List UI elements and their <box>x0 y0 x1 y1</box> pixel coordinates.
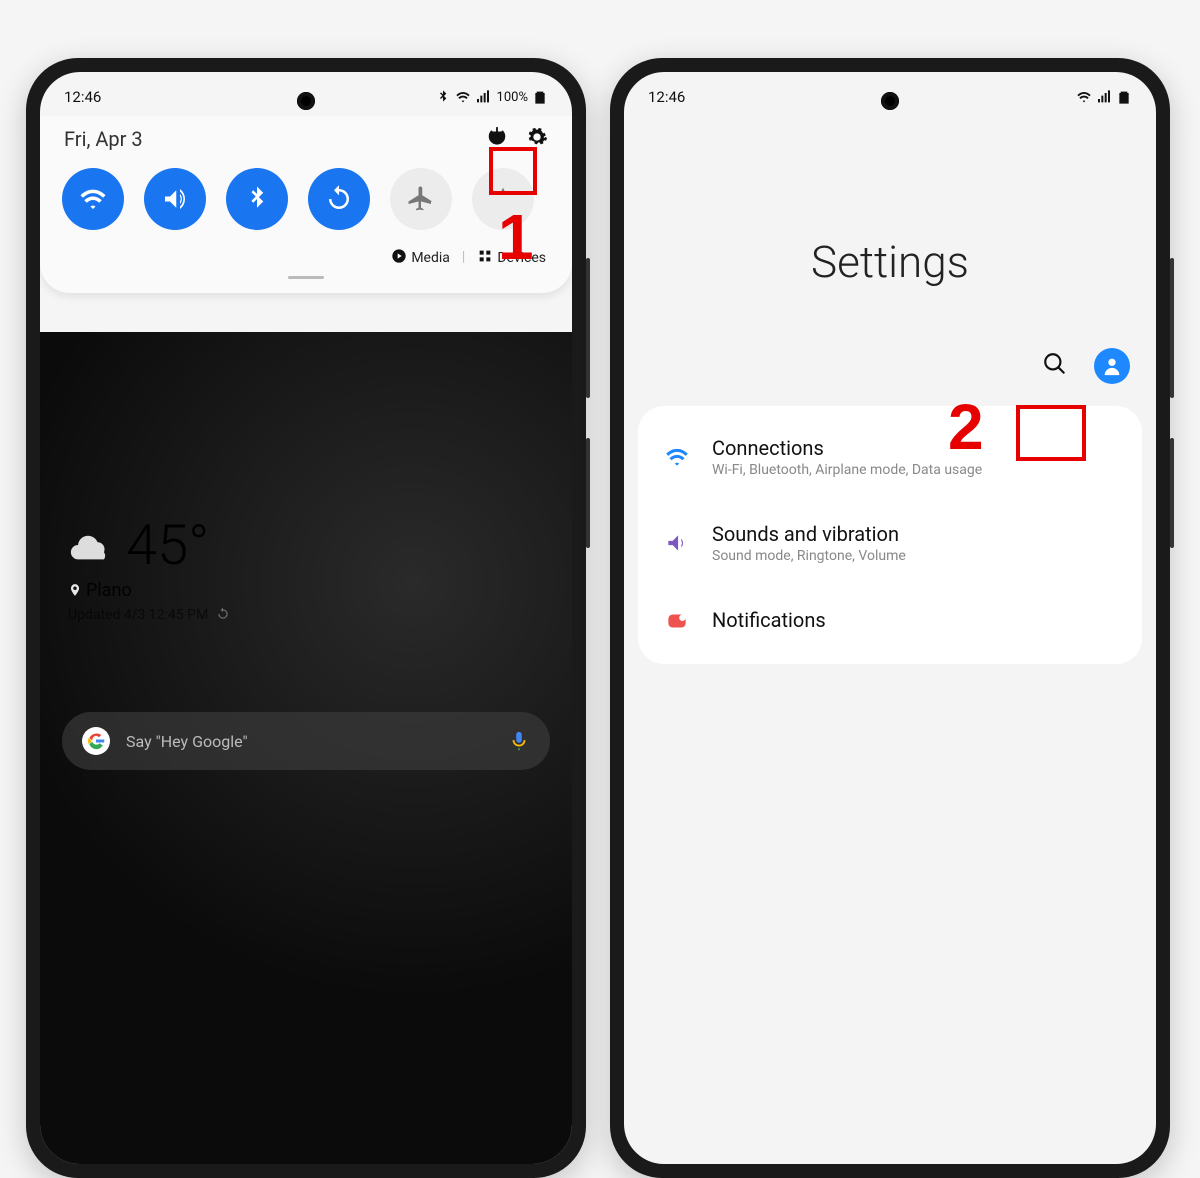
weather-temp-value: 45° <box>126 512 209 578</box>
annotation-number-1: 1 <box>498 200 534 274</box>
camera-cutout <box>297 92 315 110</box>
settings-row-sounds[interactable]: Sounds and vibration Sound mode, Rington… <box>638 500 1142 586</box>
phone-frame-right: 12:46 Settings <box>610 58 1170 1178</box>
annotation-number-2: 2 <box>948 390 984 464</box>
weather-location: Plano <box>86 580 132 601</box>
qs-airplane[interactable] <box>390 168 452 230</box>
row-title: Connections <box>712 436 982 460</box>
annotation-box-2 <box>1016 405 1086 461</box>
page-title: Settings <box>624 236 1156 288</box>
qs-rotate[interactable] <box>308 168 370 230</box>
google-logo-icon <box>82 727 110 755</box>
panel-bottom-row: Media | Devices <box>60 238 552 270</box>
signal-icon <box>475 89 491 105</box>
mic-icon[interactable] <box>508 730 530 752</box>
speaker-icon <box>662 530 692 556</box>
search-icon[interactable] <box>1042 351 1068 381</box>
screen-left: 12:46 100% Fri, Apr 3 <box>40 72 572 1164</box>
account-avatar[interactable] <box>1094 348 1130 384</box>
status-icons <box>1076 89 1132 105</box>
gsearch-hint: Say "Hey Google" <box>126 732 492 751</box>
media-button[interactable]: Media <box>391 248 450 266</box>
refresh-icon <box>216 607 230 621</box>
battery-icon <box>1116 89 1132 105</box>
weather-updated: Updated 4/3 12:45 PM <box>68 607 208 623</box>
row-subtitle: Sound mode, Ringtone, Volume <box>712 548 906 564</box>
wifi-icon <box>1076 89 1092 105</box>
cloud-icon <box>68 530 114 560</box>
panel-date: Fri, Apr 3 <box>64 127 143 151</box>
qs-sound[interactable] <box>144 168 206 230</box>
separator: | <box>462 249 465 265</box>
clock: 12:46 <box>64 88 101 106</box>
weather-widget[interactable]: 45° Plano Updated 4/3 12:45 PM <box>68 512 230 623</box>
quick-settings-row <box>60 160 552 238</box>
battery-text: 100% <box>497 90 528 105</box>
row-subtitle: Wi-Fi, Bluetooth, Airplane mode, Data us… <box>712 462 982 478</box>
clock: 12:46 <box>648 88 685 106</box>
status-icons: 100% <box>435 89 548 105</box>
drag-handle[interactable] <box>288 276 324 279</box>
qs-wifi[interactable] <box>62 168 124 230</box>
row-title: Sounds and vibration <box>712 522 906 546</box>
settings-row-notifications[interactable]: Notifications <box>638 586 1142 656</box>
screen-right: 12:46 Settings <box>624 72 1156 1164</box>
wifi-icon <box>455 89 471 105</box>
bluetooth-icon <box>435 89 451 105</box>
row-title: Notifications <box>712 608 826 632</box>
battery-icon <box>532 89 548 105</box>
quick-settings-panel: Fri, Apr 3 <box>40 116 572 293</box>
google-search-bar[interactable]: Say "Hey Google" <box>62 712 550 770</box>
settings-actions <box>624 288 1156 398</box>
signal-icon <box>1096 89 1112 105</box>
wifi-icon <box>662 444 692 470</box>
camera-cutout <box>881 92 899 110</box>
qs-bluetooth[interactable] <box>226 168 288 230</box>
annotation-box-1 <box>489 147 537 195</box>
notification-icon <box>662 608 692 634</box>
pin-icon <box>68 583 82 597</box>
